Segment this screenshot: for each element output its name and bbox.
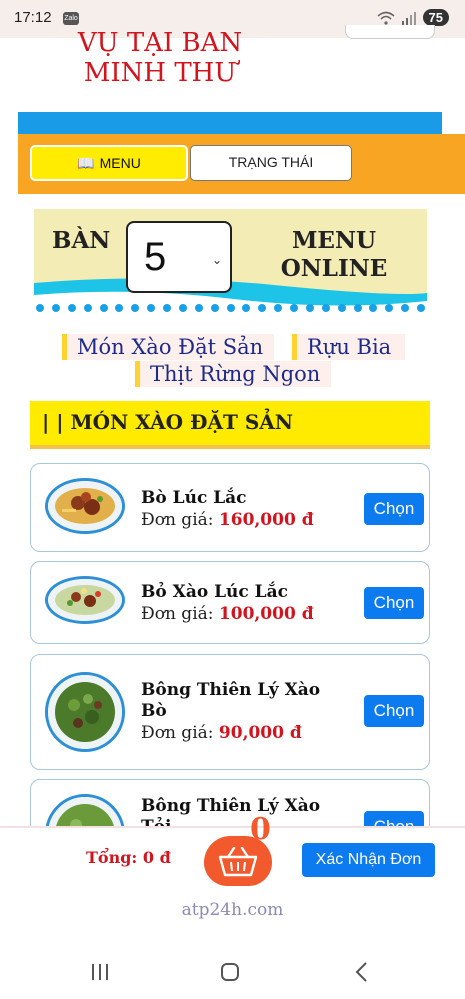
restaurant-title-line1: VỤ TẠI BAN — [77, 28, 243, 58]
footer-link[interactable]: atp24h.com — [0, 900, 465, 920]
menu-item: Bò Lúc Lắc Đơn giá: 160,000 đ Chọn — [30, 463, 430, 552]
table-number: 5 — [144, 235, 167, 279]
item-price: Đơn giá: 100,000 đ — [141, 604, 314, 624]
item-name: Bỏ Xào Lúc Lắc — [141, 582, 288, 602]
menu-online-line1: MENU — [291, 227, 377, 254]
wifi-icon — [377, 11, 395, 25]
signal-icon — [401, 11, 416, 25]
battery-icon: 75 — [422, 9, 449, 26]
menu-item: Bỏ Xào Lúc Lắc Đơn giá: 100,000 đ Chọn — [30, 561, 430, 644]
section-title: | | MÓN XÀO ĐẶT SẢN — [42, 410, 294, 434]
price-label: Đơn giá: — [141, 604, 214, 624]
tab-status[interactable]: TRẠNG THÁI — [190, 145, 352, 181]
food-image — [45, 478, 125, 534]
tab-status-label: TRẠNG THÁI — [228, 154, 314, 170]
category-link-thit-rung[interactable]: Thịt Rừng Ngon — [135, 361, 331, 387]
tab-menu-label: MENU — [99, 155, 141, 171]
tab-bar: 📖 MENU TRẠNG THÁI — [18, 134, 465, 194]
book-icon: 📖 — [77, 155, 95, 171]
status-icons: 75 — [377, 9, 449, 26]
basket-icon — [218, 847, 258, 877]
cart-count-badge: 0 — [250, 812, 271, 847]
menu-item: Bông Thiên Lý Xào Bò Đơn giá: 90,000 đ C… — [30, 654, 430, 770]
header-menu-button[interactable] — [345, 25, 435, 39]
section-header: | | MÓN XÀO ĐẶT SẢN — [30, 401, 430, 449]
price-label: Đơn giá: — [141, 510, 214, 530]
home-icon[interactable] — [221, 963, 239, 981]
price-amount: 100,000 đ — [218, 604, 314, 624]
choose-button[interactable]: Chọn — [364, 695, 424, 727]
item-price: Đơn giá: 160,000 đ — [141, 510, 314, 530]
item-price: Đơn giá: 90,000 đ — [141, 723, 302, 743]
table-banner: BÀN 5 ⌄ MENU ONLINE — [34, 209, 427, 307]
status-time: 17:12 — [14, 9, 52, 26]
item-name: Bò Lúc Lắc — [141, 488, 247, 508]
price-amount: 160,000 đ — [218, 510, 314, 530]
choose-button[interactable]: Chọn — [364, 587, 424, 619]
food-image — [45, 672, 125, 752]
back-icon[interactable] — [355, 962, 367, 982]
tab-menu[interactable]: 📖 MENU — [30, 145, 188, 181]
price-label: Đơn giá: — [141, 723, 214, 743]
menu-online-title: MENU ONLINE — [274, 227, 394, 283]
cart-total: Tổng: 0 đ — [86, 848, 171, 867]
price-amount: 90,000 đ — [218, 723, 302, 743]
food-image — [45, 576, 125, 624]
recent-apps-icon[interactable] — [92, 964, 110, 980]
blue-divider — [18, 112, 442, 134]
system-nav-bar — [0, 945, 465, 999]
item-name: Bông Thiên Lý Xào Bò — [141, 680, 321, 721]
zalo-icon: Zalo — [63, 12, 79, 25]
menu-online-line2: ONLINE — [280, 255, 388, 282]
table-label: BÀN — [52, 227, 111, 254]
category-link-mon-xao[interactable]: Món Xào Đặt Sản — [62, 334, 274, 360]
choose-button[interactable]: Chọn — [364, 493, 424, 525]
category-link-ruou-bia[interactable]: Rựu Bia — [292, 334, 405, 360]
confirm-order-button[interactable]: Xác Nhận Đơn — [302, 843, 435, 877]
table-select[interactable]: 5 ⌄ — [126, 221, 232, 293]
restaurant-title-line2: MINH THƯ — [83, 58, 237, 88]
dotted-divider — [34, 304, 427, 314]
chevron-down-icon: ⌄ — [211, 253, 222, 267]
